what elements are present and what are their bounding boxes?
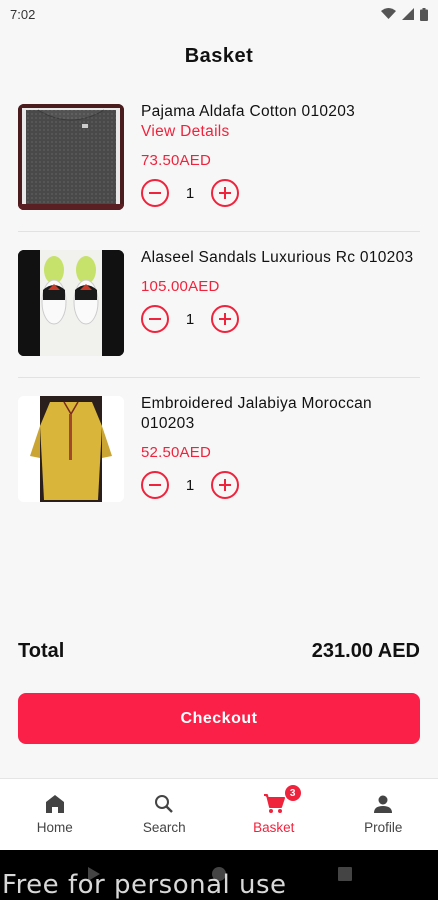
decrease-quantity-button[interactable]	[141, 179, 169, 207]
home-icon	[45, 795, 64, 813]
product-price: 73.50AED	[141, 152, 211, 169]
basket-item[interactable]: Alaseel Sandals Luxurious Rc 010203 105.…	[18, 232, 420, 378]
decrease-quantity-button[interactable]	[141, 471, 169, 499]
quantity-value: 1	[185, 476, 195, 494]
product-name: Pajama Aldafa Cotton 010203	[141, 103, 356, 120]
total-label: Total	[18, 640, 65, 662]
tab-label: Home	[36, 820, 73, 835]
increase-quantity-button[interactable]	[211, 179, 239, 207]
cart-icon	[263, 794, 285, 813]
wifi-icon	[381, 8, 396, 19]
battery-icon	[420, 7, 428, 21]
system-nav-bar: Free for personal use	[0, 850, 438, 900]
increase-quantity-button[interactable]	[211, 305, 239, 333]
basket-item[interactable]: Pajama Aldafa Cotton 010203 View Details…	[18, 86, 420, 232]
header: Basket	[0, 28, 438, 84]
minus-icon	[149, 192, 161, 194]
signal-icon	[402, 8, 414, 20]
tab-label: Search	[142, 820, 186, 835]
product-image-jalabiya[interactable]	[18, 396, 124, 502]
product-price: 52.50AED	[141, 444, 211, 461]
decrease-quantity-button[interactable]	[141, 305, 169, 333]
total-row: Total 231.00 AED	[18, 640, 420, 663]
product-image-sandals[interactable]	[18, 250, 124, 356]
checkout-button[interactable]: Checkout	[18, 693, 420, 744]
bottom-tab-bar: Home Search 3 Basket Profile	[0, 778, 438, 850]
tab-label: Profile	[364, 820, 403, 835]
status-bar: 7:02	[0, 0, 438, 28]
view-details-link[interactable]: View Details	[141, 122, 420, 142]
plus-icon	[219, 313, 231, 325]
tab-label: Basket	[253, 820, 295, 835]
product-name: Alaseel Sandals Luxurious Rc 010203	[141, 249, 414, 266]
quantity-stepper: 1	[141, 471, 420, 499]
quantity-value: 1	[185, 310, 195, 328]
product-image-pajama[interactable]	[18, 104, 124, 210]
increase-quantity-button[interactable]	[211, 471, 239, 499]
tab-basket[interactable]: 3 Basket	[219, 779, 329, 850]
total-value: 231.00 AED	[311, 640, 420, 662]
quantity-stepper: 1	[141, 305, 420, 333]
tab-profile[interactable]: Profile	[329, 779, 438, 850]
item-info: Embroidered Jalabiya Moroccan 010203 52.…	[141, 394, 420, 499]
quantity-value: 1	[185, 184, 195, 202]
quantity-stepper: 1	[141, 179, 420, 207]
tab-home[interactable]: Home	[0, 779, 110, 850]
status-time: 7:02	[10, 6, 36, 22]
product-price: 105.00AED	[141, 278, 220, 295]
search-icon	[155, 795, 174, 813]
basket-item[interactable]: Embroidered Jalabiya Moroccan 010203 52.…	[18, 378, 420, 524]
status-icons	[381, 7, 428, 21]
person-icon	[374, 795, 393, 813]
basket-list: Pajama Aldafa Cotton 010203 View Details…	[0, 86, 438, 524]
item-info: Pajama Aldafa Cotton 010203 View Details…	[141, 102, 420, 207]
plus-icon	[219, 187, 231, 199]
item-info: Alaseel Sandals Luxurious Rc 010203 105.…	[141, 248, 420, 333]
page-title: Basket	[184, 44, 254, 67]
watermark-text: Free for personal use	[2, 870, 287, 900]
minus-icon	[149, 484, 161, 486]
tab-search[interactable]: Search	[110, 779, 220, 850]
product-name: Embroidered Jalabiya Moroccan 010203	[141, 395, 372, 432]
minus-icon	[149, 318, 161, 320]
cart-count-badge: 3	[284, 785, 301, 801]
plus-icon	[219, 479, 231, 491]
